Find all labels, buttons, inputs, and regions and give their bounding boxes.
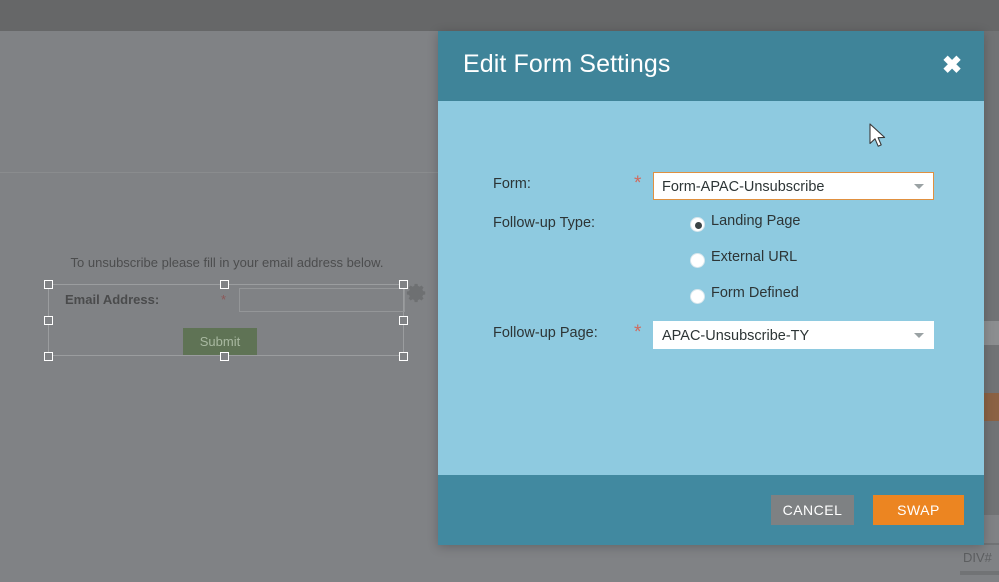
followup-page-label: Follow-up Page: (493, 325, 598, 341)
form-required-marker: * (634, 173, 642, 194)
selection-handle-middle-left[interactable] (44, 316, 53, 325)
radio-form-defined[interactable]: Form Defined (653, 283, 953, 319)
followup-page-select-value: APAC-Unsubscribe-TY (662, 328, 810, 344)
followup-type-label: Follow-up Type: (493, 215, 596, 231)
cancel-button[interactable]: CANCEL (771, 495, 854, 525)
background-topbar (0, 0, 999, 31)
form-select-value: Form-APAC-Unsubscribe (662, 179, 825, 195)
radio-indicator (690, 217, 705, 232)
selection-handle-top-middle[interactable] (220, 280, 229, 289)
email-address-input[interactable] (239, 288, 405, 312)
app-root: To unsubscribe please fill in your email… (0, 0, 999, 582)
radio-label: Landing Page (711, 213, 801, 229)
email-form-widget[interactable]: Email Address: * Submit (48, 284, 405, 356)
gear-icon[interactable] (406, 282, 428, 304)
right-panel-tree-item[interactable]: DIV# (960, 545, 999, 571)
form-label: Form: (493, 176, 531, 192)
radio-label: External URL (711, 249, 798, 265)
form-select[interactable]: Form-APAC-Unsubscribe (653, 172, 934, 200)
form-field-row: Form: * Form-APAC-Unsubscribe (438, 172, 984, 202)
followup-type-radio-group: Landing Page External URL Form Defined (653, 211, 953, 319)
radio-indicator (690, 253, 705, 268)
dialog-footer: CANCEL SWAP (438, 475, 984, 545)
radio-landing-page[interactable]: Landing Page (653, 211, 953, 247)
followup-page-field-row: Follow-up Page: * APAC-Unsubscribe-TY (438, 321, 984, 351)
email-required-marker: * (221, 292, 227, 307)
selection-handle-bottom-left[interactable] (44, 352, 53, 361)
radio-external-url[interactable]: External URL (653, 247, 953, 283)
unsubscribe-instruction-text: To unsubscribe please fill in your email… (70, 255, 384, 270)
dialog-body: Form: * Form-APAC-Unsubscribe Follow-up … (438, 101, 984, 475)
followup-page-select[interactable]: APAC-Unsubscribe-TY (653, 321, 934, 349)
selection-handle-top-left[interactable] (44, 280, 53, 289)
submit-button[interactable]: Submit (183, 328, 257, 355)
selection-handle-middle-right[interactable] (399, 316, 408, 325)
followup-page-required-marker: * (634, 322, 642, 343)
page-title: Edit Form Settings (463, 50, 671, 78)
close-icon[interactable]: ✖ (939, 53, 965, 79)
chevron-down-icon (914, 333, 924, 338)
dialog-header: Edit Form Settings ✖ (438, 31, 984, 101)
selection-handle-bottom-middle[interactable] (220, 352, 229, 361)
selection-handle-bottom-right[interactable] (399, 352, 408, 361)
edit-form-settings-dialog: Edit Form Settings ✖ Form: * Form-APAC-U… (438, 31, 984, 545)
radio-label: Form Defined (711, 285, 799, 301)
right-panel-tree-item[interactable]: DIV# (960, 575, 999, 582)
radio-indicator (690, 289, 705, 304)
email-address-label: Email Address: (65, 292, 160, 307)
swap-button[interactable]: SWAP (873, 495, 964, 525)
chevron-down-icon (914, 184, 924, 189)
